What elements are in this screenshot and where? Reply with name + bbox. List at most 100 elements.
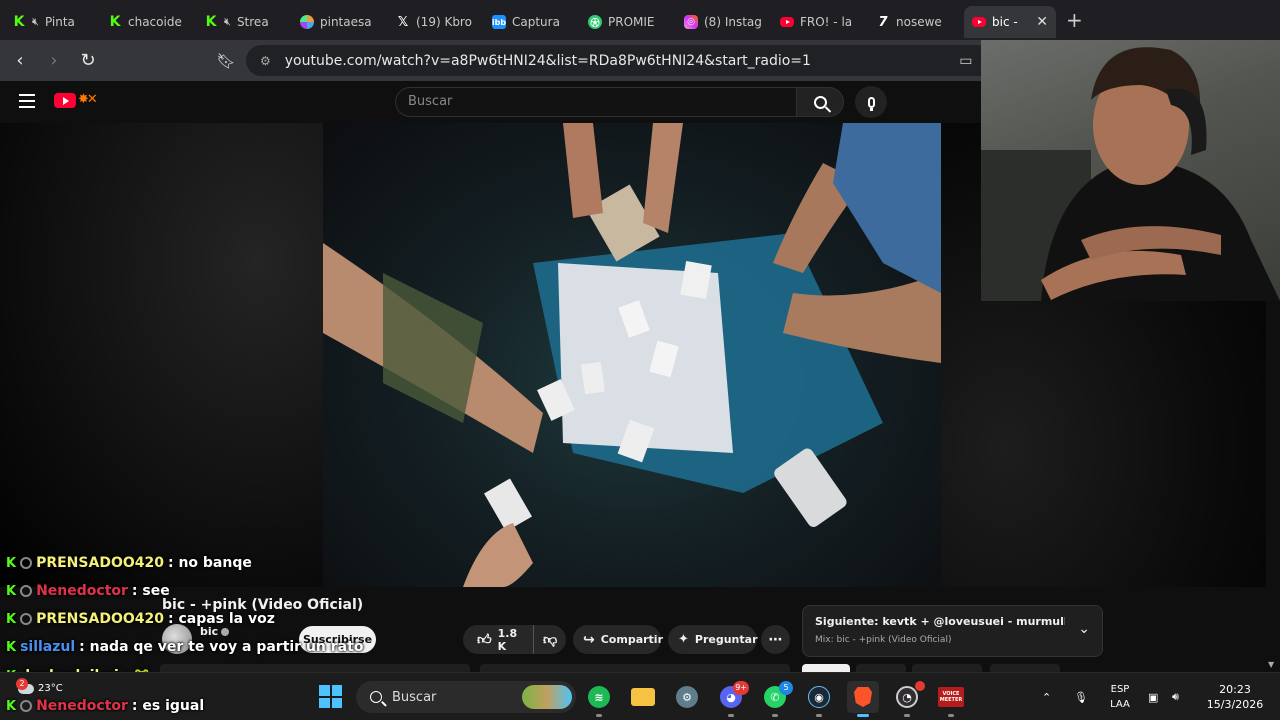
youtube-icon [972, 17, 986, 27]
search-icon [813, 95, 827, 109]
kick-icon: K [6, 611, 17, 627]
thumbs-up-icon: 👍︎ [477, 632, 492, 648]
voice-search-button[interactable] [855, 86, 887, 118]
hand [463, 523, 533, 587]
whatsapp-badge: 5 [779, 681, 793, 695]
tab-5[interactable]: ibb Captura [484, 6, 580, 38]
brave-icon [854, 687, 872, 707]
verified-icon [221, 628, 229, 636]
language-indicator[interactable]: ESP LAA [1100, 682, 1140, 712]
tab-9[interactable]: 7 nosewe [868, 6, 964, 38]
tab-0[interactable]: K 🔇︎ Pinta [4, 6, 100, 38]
kick-icon: K [6, 555, 17, 571]
url-text: youtube.com/watch?v=a8Pw6tHNI24&list=RDa… [284, 52, 811, 69]
tab-8[interactable]: FRO! - la [772, 6, 868, 38]
chevron-down-icon[interactable]: ⌄ [1078, 621, 1090, 637]
share-button[interactable]: ↪ Compartir [573, 625, 663, 654]
lower-content-strip [160, 664, 1060, 672]
search-button[interactable] [796, 87, 844, 117]
menu-icon[interactable] [19, 94, 35, 108]
tab-10-active[interactable]: bic - ✕ [964, 6, 1056, 38]
chat-username: PRENSADOO420 [36, 555, 164, 571]
kick-icon: K [6, 639, 17, 655]
chat-text: : see [131, 583, 170, 599]
windows-start-icon[interactable] [319, 685, 342, 708]
muted-icon[interactable]: 🔇︎ [32, 15, 39, 29]
file-explorer-app[interactable] [627, 681, 659, 713]
like-button[interactable]: 👍︎ 1.8 K [463, 625, 535, 654]
running-indicator [596, 714, 602, 717]
tab-4[interactable]: 𝕏 (19) Kbro [388, 6, 484, 38]
video-frame[interactable] [323, 123, 941, 587]
forward-button[interactable]: › [40, 47, 68, 75]
badge-ring-icon [20, 700, 33, 712]
up-next-card[interactable]: Siguiente: kevtk + @loveusuei - murmullo… [802, 605, 1103, 657]
tab-1[interactable]: K chacoide [100, 6, 196, 38]
filter-chip[interactable] [802, 664, 850, 672]
plaid-shirt [833, 123, 941, 293]
microphone-tray-icon[interactable]: 🎙︎ [1074, 673, 1088, 720]
bookmark-button[interactable]: 🔖︎ [212, 47, 240, 75]
up-next-title: Siguiente: kevtk + @loveusuei - murmullo… [815, 615, 1065, 628]
tab-3[interactable]: pintaesa [292, 6, 388, 38]
tab-7[interactable]: ◎ (8) Instag [676, 6, 772, 38]
running-indicator [816, 714, 822, 717]
site-settings-icon[interactable]: ⚙︎ [260, 54, 271, 68]
video-frame-image [323, 123, 941, 587]
whatsapp-app[interactable]: ✆ 5 [759, 681, 793, 717]
url-field[interactable]: ⚙︎ youtube.com/watch?v=a8Pw6tHNI24&list=… [246, 45, 1030, 76]
obs-icon: ◔ [896, 686, 918, 708]
back-button[interactable]: ‹ [6, 47, 34, 75]
running-indicator [728, 714, 734, 717]
tab-6[interactable]: ⚽︎ PROMIE [580, 6, 676, 38]
gear-icon: ⚙︎ [676, 686, 698, 708]
settings-app[interactable]: ⚙︎ [671, 681, 703, 713]
language-code: ESP [1110, 684, 1130, 695]
kick-icon: K [109, 14, 121, 30]
clock-time: 20:23 [1219, 683, 1251, 696]
chat-message: K Nenedoctor : es igual [6, 697, 204, 715]
tab-2[interactable]: K 🔇︎ Strea [196, 6, 292, 38]
dislike-button[interactable]: 👎︎ [534, 625, 566, 654]
youtube-logo-icon[interactable] [54, 93, 76, 108]
chat-text: : capas la voz [167, 611, 275, 627]
tray-overflow-icon[interactable]: ⌃ [1042, 673, 1051, 720]
youtube-doodle-icon[interactable]: ✸✕ [78, 92, 122, 110]
filter-chip[interactable] [856, 664, 906, 672]
voicemeeter-app[interactable]: VOICE MEETER [935, 681, 967, 717]
chat-message: K Nenedoctor : see [6, 582, 170, 600]
tab-title: (19) Kbro [416, 15, 472, 29]
taskbar-search-label: Buscar [392, 689, 437, 705]
kick-icon: K [6, 583, 17, 599]
scroll-down-icon[interactable]: ▼ [1268, 660, 1274, 669]
filter-chip[interactable] [912, 664, 982, 672]
more-actions-button[interactable]: ⋯ [761, 625, 790, 654]
tab-title: Captura [512, 15, 560, 29]
system-clock[interactable]: 20:23 15/3/2026 [1200, 682, 1270, 712]
search-input[interactable]: Buscar [395, 87, 797, 117]
chat-username: Nenedoctor [36, 698, 128, 714]
close-tab-icon[interactable]: ✕ [1036, 14, 1048, 30]
tab-title: Pinta [44, 15, 75, 29]
badge-ring-icon [20, 557, 33, 569]
webcam-overlay [981, 40, 1280, 301]
obs-app[interactable]: ◔ [891, 681, 925, 717]
filter-chip[interactable] [990, 664, 1060, 672]
weather-widget[interactable]: 2 23°C [16, 677, 63, 694]
taskbar-search[interactable]: Buscar [356, 681, 576, 713]
brave-app[interactable] [847, 681, 879, 717]
placeholder-chip [160, 664, 470, 672]
ask-button[interactable]: ✦ Preguntar [668, 625, 758, 654]
steam-app[interactable]: ◉ [803, 681, 835, 717]
tab-title: pintaesa [320, 15, 372, 29]
reload-button[interactable]: ↻ [74, 47, 102, 75]
discord-app[interactable]: ◕ 9+ [715, 681, 749, 717]
spotify-app[interactable]: ≋ [583, 681, 615, 717]
arm [643, 123, 683, 233]
volume-icon[interactable]: 🔊︎ [1172, 673, 1179, 720]
new-tab-button[interactable]: + [1066, 8, 1083, 32]
7tv-icon: 7 [878, 14, 888, 30]
cast-icon[interactable]: ▭ [959, 53, 972, 69]
network-icon[interactable]: ▣ [1148, 673, 1158, 720]
muted-icon[interactable]: 🔇︎ [224, 15, 231, 29]
